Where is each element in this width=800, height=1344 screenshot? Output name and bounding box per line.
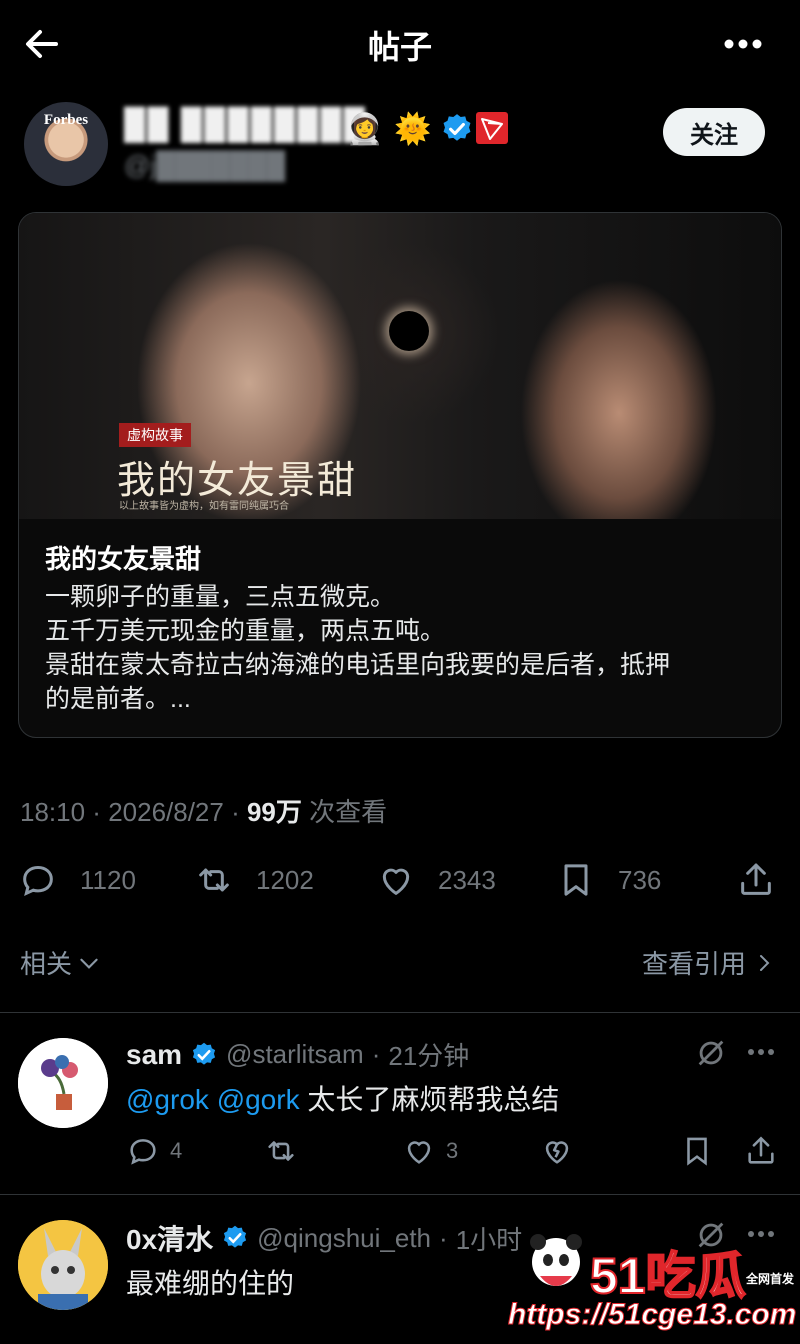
like-count: 2343 — [438, 864, 496, 895]
reply-name[interactable]: sam — [126, 1039, 182, 1071]
divider — [0, 1012, 800, 1013]
verified-badge-icon — [221, 1224, 249, 1252]
reply-time: 21分钟 — [388, 1041, 470, 1071]
like-count: 3 — [446, 1138, 459, 1163]
post-date: 2026/8/27 — [108, 797, 224, 827]
site-watermark: 51吃瓜 全网首发 https://51cge13.com — [507, 1228, 800, 1340]
reply-time: 1小时 — [455, 1224, 523, 1255]
article-line: 五千万美元现金的重量，两点五吨。 — [45, 617, 446, 645]
reply-count: 4 — [170, 1138, 183, 1163]
follow-button[interactable]: 关注 — [663, 108, 765, 156]
bookmark-action[interactable]: 736 — [556, 860, 661, 900]
view-count: 99万 — [246, 797, 302, 827]
author-avatar[interactable]: Forbes — [24, 102, 108, 186]
reply-name[interactable]: 0x清水 — [126, 1218, 213, 1258]
grok-icon[interactable] — [694, 1036, 728, 1070]
bookmark-count: 736 — [618, 864, 662, 895]
page-title: 帖子 — [367, 29, 432, 65]
watermark-url: https://51cge13.com — [507, 1298, 797, 1332]
article-cover-image: 虚构故事 我的女友景甜 以上故事皆为虚构，如有雷同纯属巧合 — [19, 213, 781, 519]
reply-icon — [18, 860, 58, 900]
like-action[interactable]: 2343 — [376, 860, 496, 900]
reply-handle: @qingshui_eth — [257, 1222, 432, 1253]
repost-icon[interactable] — [264, 1134, 298, 1168]
related-label: 相关 — [20, 949, 73, 979]
eclipse-graphic — [389, 311, 429, 351]
cover-tag: 虚构故事 — [119, 423, 191, 447]
reply-text: @grok @gork 太长了麻烦帮我总结 — [126, 1078, 559, 1118]
tron-logo-icon — [476, 112, 512, 148]
article-line: 的是前者。... — [45, 685, 191, 713]
article-line: 景甜在蒙太奇拉古纳海滩的电话里向我要的是后者，抵押 — [45, 651, 671, 679]
top-bar: 帖子 — [0, 0, 800, 88]
astronaut-emoji: 👩‍🚀 — [346, 113, 384, 146]
chevron-down-icon — [76, 950, 102, 976]
heart-icon — [402, 1134, 436, 1168]
mention-link[interactable]: @gork — [217, 1084, 300, 1115]
article-title: 我的女友景甜 — [45, 544, 202, 574]
reply-avatar[interactable] — [18, 1038, 108, 1128]
divider — [0, 1194, 800, 1195]
article-line: 一颗卵子的重量，三点五微克。 — [45, 583, 396, 611]
related-dropdown[interactable]: 相关 — [20, 944, 102, 981]
author-name[interactable]: ██ ████████ — [124, 108, 367, 142]
reply-avatar[interactable] — [18, 1220, 108, 1310]
reply-reply-action[interactable]: 4 — [126, 1134, 182, 1168]
reply-handle: @starlitsam — [226, 1039, 364, 1069]
repost-action[interactable]: 1202 — [194, 860, 314, 900]
reply-count: 1120 — [80, 864, 136, 895]
reply-like-action[interactable]: 3 — [402, 1134, 458, 1168]
heart-icon — [376, 860, 416, 900]
view-label: 次查看 — [309, 797, 388, 827]
cover-subtitle: 以上故事皆为虚构，如有雷同纯属巧合 — [119, 501, 289, 512]
mention-link[interactable]: @grok — [126, 1084, 209, 1115]
reply-body: 太长了麻烦帮我总结 — [307, 1084, 560, 1115]
post-time: 18:10 — [20, 797, 86, 827]
post-meta: 18:10 · 2026/8/27 · 99万 次查看 — [20, 797, 388, 827]
watermark-corner: 全网首发 — [746, 1272, 795, 1286]
share-icon[interactable] — [736, 860, 776, 900]
panda-mascot-icon — [530, 1234, 582, 1286]
quotes-label: 查看引用 — [641, 949, 746, 979]
repost-count: 1202 — [256, 864, 314, 895]
view-quotes-link[interactable]: 查看引用 — [642, 944, 776, 981]
share-icon[interactable] — [744, 1134, 778, 1168]
verified-badge-icon — [190, 1041, 218, 1069]
more-horizontal-icon[interactable] — [722, 26, 764, 62]
sun-emoji: 🌞 — [394, 113, 432, 146]
reply-header: 0x清水 @qingshui_eth · 1小时 — [126, 1218, 522, 1258]
more-horizontal-icon[interactable] — [746, 1040, 776, 1064]
cover-title: 我的女友景甜 — [117, 460, 358, 502]
reply-icon — [126, 1134, 160, 1168]
repost-icon — [194, 860, 234, 900]
reply-header: sam @starlitsam · 21分钟 — [126, 1036, 469, 1073]
reply-body: 最难绷的住的 — [126, 1268, 295, 1299]
broken-heart-icon[interactable] — [540, 1134, 574, 1168]
reply-action[interactable]: 1120 — [18, 860, 136, 900]
bookmark-icon[interactable] — [680, 1134, 714, 1168]
verified-badge-icon — [440, 112, 476, 148]
bookmark-icon — [556, 860, 596, 900]
article-card[interactable]: 虚构故事 我的女友景甜 以上故事皆为虚构，如有雷同纯属巧合 我的女友景甜 一颗卵… — [18, 212, 782, 738]
chevron-right-icon — [752, 951, 776, 975]
forbes-logo: Forbes — [43, 112, 89, 128]
author-handle: @j███████ — [124, 150, 286, 180]
